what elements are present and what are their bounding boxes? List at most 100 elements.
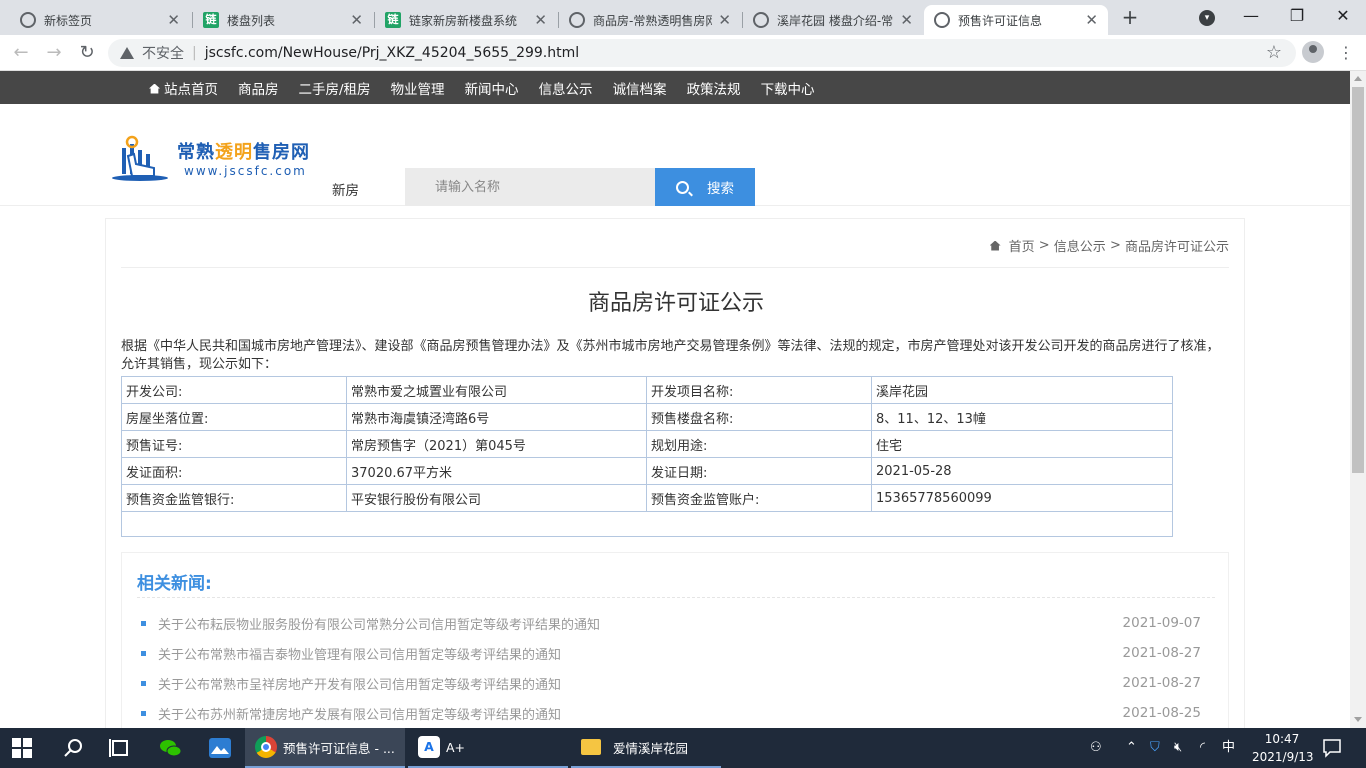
breadcrumb-home[interactable]: 首页 bbox=[1009, 236, 1035, 255]
news-title-link[interactable]: 关于公布耘辰物业服务股份有限公司常熟分公司信用暂定等级考评结果的通知 bbox=[158, 614, 1123, 633]
divider bbox=[137, 597, 1215, 598]
tab-title: 溪岸花园 楼盘介绍-常 bbox=[777, 13, 894, 28]
tab-search-icon[interactable]: ▾ bbox=[1199, 10, 1215, 26]
list-item[interactable]: 关于公布耘辰物业服务股份有限公司常熟分公司信用暂定等级考评结果的通知 2021-… bbox=[141, 608, 1201, 638]
nav-item-credit[interactable]: 诚信档案 bbox=[613, 78, 667, 98]
site-top-nav: 站点首页 商品房 二手房/租房 物业管理 新闻中心 信息公示 诚信档案 政策法规… bbox=[0, 71, 1350, 104]
tab-title: 链家新房新楼盘系统 bbox=[409, 13, 518, 28]
tab-title: 楼盘列表 bbox=[227, 13, 276, 28]
task-view-icon[interactable] bbox=[108, 736, 132, 760]
page-title: 商品房许可证公示 bbox=[587, 291, 764, 316]
nav-item-news[interactable]: 新闻中心 bbox=[465, 78, 519, 98]
news-title-link[interactable]: 关于公布苏州新常捷房地产发展有限公司信用暂定等级考评结果的通知 bbox=[158, 704, 1123, 723]
list-item[interactable]: 关于公布常熟市呈祥房地产开发有限公司信用暂定等级考评结果的通知 2021-08-… bbox=[141, 668, 1201, 698]
scroll-down-icon[interactable] bbox=[1354, 717, 1362, 722]
nav-item-property[interactable]: 物业管理 bbox=[391, 78, 445, 98]
browser-tab-commercial[interactable]: 商品房-常熟透明售房网 ✕ bbox=[559, 5, 741, 35]
search-input[interactable] bbox=[405, 168, 655, 206]
taskbar-app-chrome[interactable]: 预售许可证信息 - ... bbox=[245, 728, 405, 768]
ime-indicator[interactable]: 中 bbox=[1222, 738, 1235, 758]
browser-tab-newtab[interactable]: 新标签页 ✕ bbox=[10, 5, 190, 35]
label-cell: 开发项目名称: bbox=[646, 376, 872, 404]
close-window-icon[interactable]: ✕ bbox=[1328, 6, 1358, 26]
wechat-icon[interactable] bbox=[158, 736, 182, 760]
close-tab-icon[interactable]: ✕ bbox=[1085, 11, 1098, 29]
search-icon[interactable] bbox=[62, 736, 86, 760]
scrollbar-thumb[interactable] bbox=[1352, 87, 1364, 473]
minimize-icon[interactable]: — bbox=[1236, 6, 1266, 26]
windows-start-icon[interactable] bbox=[12, 738, 32, 758]
shield-icon[interactable]: ⛉ bbox=[1150, 738, 1160, 758]
divider bbox=[121, 267, 1229, 268]
taskbar-app-aplus[interactable]: A A+ bbox=[408, 728, 568, 768]
list-item[interactable]: 关于公布常熟市福吉泰物业管理有限公司信用暂定等级考评结果的通知 2021-08-… bbox=[141, 638, 1201, 668]
list-item[interactable]: 关于公布苏州新常捷房地产发展有限公司信用暂定等级考评结果的通知 2021-08-… bbox=[141, 698, 1201, 728]
taskbar-app-folder[interactable]: 爱情溪岸花园 bbox=[571, 728, 721, 768]
browser-tab-bar: 新标签页 ✕ 链 楼盘列表 ✕ 链 链家新房新楼盘系统 ✕ 商品房-常熟透明售房… bbox=[0, 0, 1366, 35]
browser-tab-permit-active[interactable]: 预售许可证信息 ✕ bbox=[924, 5, 1108, 35]
notification-icon[interactable] bbox=[1322, 738, 1342, 758]
nav-item-download[interactable]: 下载中心 bbox=[761, 78, 815, 98]
value-cell: 住宅 bbox=[871, 430, 1173, 458]
label-cell: 预售资金监管账户: bbox=[646, 484, 872, 512]
address-bar[interactable]: 不安全 | jscsfc.com/NewHouse/Prj_XKZ_45204_… bbox=[108, 39, 1296, 67]
news-date: 2021-08-27 bbox=[1122, 675, 1201, 691]
close-tab-icon[interactable]: ✕ bbox=[718, 11, 731, 29]
people-icon[interactable]: ⚇ bbox=[1090, 738, 1102, 758]
nav-item-home[interactable]: 站点首页 bbox=[149, 78, 218, 98]
reload-icon[interactable]: ↻ bbox=[76, 42, 98, 64]
chevron-up-icon[interactable]: ⌃ bbox=[1126, 738, 1137, 758]
browser-tab-project[interactable]: 溪岸花园 楼盘介绍-常 ✕ bbox=[743, 5, 923, 35]
bullet-icon bbox=[141, 650, 146, 656]
back-arrow-icon[interactable]: ← bbox=[10, 42, 32, 64]
nav-item-resale[interactable]: 二手房/租房 bbox=[299, 78, 371, 98]
site-title-part: 售房网 bbox=[253, 142, 310, 163]
nav-item-policy[interactable]: 政策法规 bbox=[687, 78, 741, 98]
volume-mute-icon[interactable]: 🔇︎ bbox=[1174, 738, 1182, 758]
browser-toolbar: ← → ↻ 不安全 | jscsfc.com/NewHouse/Prj_XKZ_… bbox=[0, 35, 1366, 71]
value-cell: 溪岸花园 bbox=[871, 376, 1173, 404]
wifi-icon[interactable]: ◜ bbox=[1200, 738, 1205, 758]
search-button[interactable]: 搜索 bbox=[655, 168, 755, 206]
breadcrumb-separator: > bbox=[1105, 238, 1125, 253]
page-scrollbar[interactable] bbox=[1350, 71, 1366, 728]
maximize-icon[interactable]: ❐ bbox=[1282, 6, 1312, 26]
close-tab-icon[interactable]: ✕ bbox=[534, 11, 547, 29]
nav-item-info[interactable]: 信息公示 bbox=[539, 78, 593, 98]
forward-arrow-icon[interactable]: → bbox=[43, 42, 65, 64]
sheet-icon: 链 bbox=[203, 12, 219, 28]
value-cell: 15365778560099 bbox=[871, 484, 1173, 512]
site-logo[interactable] bbox=[110, 134, 170, 182]
scroll-up-icon[interactable] bbox=[1354, 76, 1362, 81]
browser-tab-lianjia[interactable]: 链 链家新房新楼盘系统 ✕ bbox=[375, 5, 557, 35]
table-row: 房屋坐落位置: 常熟市海虞镇泾湾路6号 预售楼盘名称: 8、11、12、13幢 bbox=[121, 403, 1173, 431]
bookmark-star-icon[interactable]: ☆ bbox=[1266, 42, 1282, 63]
profile-icon[interactable] bbox=[1302, 41, 1324, 63]
label-cell: 开发公司: bbox=[121, 376, 347, 404]
news-title-link[interactable]: 关于公布常熟市呈祥房地产开发有限公司信用暂定等级考评结果的通知 bbox=[158, 674, 1123, 693]
value-cell: 常房预售字（2021）第045号 bbox=[346, 430, 647, 458]
value-cell: 2021-05-28 bbox=[871, 457, 1173, 485]
close-tab-icon[interactable]: ✕ bbox=[350, 11, 363, 29]
news-title-link[interactable]: 关于公布常熟市福吉泰物业管理有限公司信用暂定等级考评结果的通知 bbox=[158, 644, 1123, 663]
label-cell: 预售资金监管银行: bbox=[121, 484, 347, 512]
table-row: 预售证号: 常房预售字（2021）第045号 规划用途: 住宅 bbox=[121, 430, 1173, 458]
nav-item-commercial[interactable]: 商品房 bbox=[238, 78, 279, 98]
related-news: 相关新闻: 关于公布耘辰物业服务股份有限公司常熟分公司信用暂定等级考评结果的通知… bbox=[121, 552, 1229, 728]
table-row-empty bbox=[121, 511, 1173, 537]
new-tab-button[interactable]: + bbox=[1118, 6, 1142, 30]
breadcrumb-current[interactable]: 商品房许可证公示 bbox=[1125, 236, 1229, 255]
photos-icon[interactable] bbox=[208, 736, 232, 760]
browser-tab-list[interactable]: 链 楼盘列表 ✕ bbox=[193, 5, 373, 35]
chrome-icon bbox=[255, 736, 277, 758]
label-cell: 发证日期: bbox=[646, 457, 872, 485]
label-cell: 发证面积: bbox=[121, 457, 347, 485]
close-tab-icon[interactable]: ✕ bbox=[167, 11, 180, 29]
breadcrumb-info[interactable]: 信息公示 bbox=[1054, 236, 1106, 255]
sheet-icon: 链 bbox=[385, 12, 401, 28]
more-menu-icon[interactable]: ⋮ bbox=[1336, 43, 1356, 62]
close-tab-icon[interactable]: ✕ bbox=[900, 11, 913, 29]
label-cell: 预售证号: bbox=[121, 430, 347, 458]
bullet-icon bbox=[141, 680, 146, 686]
system-clock[interactable]: 10:47 2021/9/13 bbox=[1252, 730, 1314, 766]
